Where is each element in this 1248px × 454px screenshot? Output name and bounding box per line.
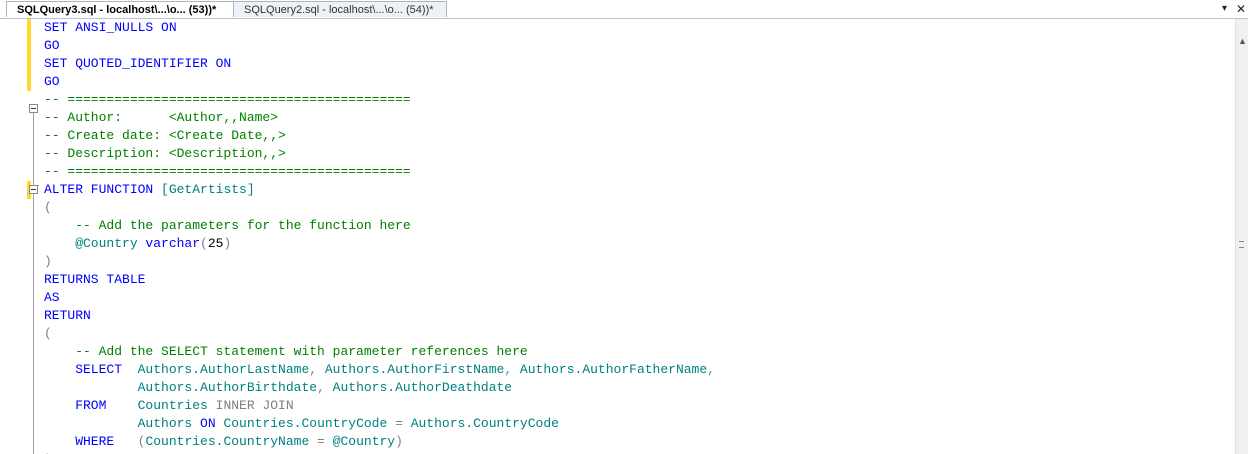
tab-list-dropdown-icon[interactable]: ▾	[1222, 1, 1227, 17]
code-line: FROM Countries INNER JOIN	[44, 398, 294, 413]
code-line: (	[44, 200, 52, 215]
code-line: RETURN	[44, 308, 91, 323]
code-line: ALTER FUNCTION [GetArtists]	[44, 182, 255, 197]
document-tab-bar: SQLQuery3.sql - localhost\...\o... (53))…	[0, 0, 1248, 19]
code-line: -- =====================================…	[44, 92, 411, 107]
tab-label: SQLQuery3.sql - localhost\...\o... (53))…	[17, 4, 217, 16]
tab-sqlquery2[interactable]: SQLQuery2.sql - localhost\...\o... (54))…	[233, 1, 447, 17]
code-line: WHERE (Countries.CountryName = @Country)	[44, 434, 403, 449]
code-line: GO	[44, 38, 60, 53]
code-line: RETURNS TABLE	[44, 272, 146, 287]
collapse-comment-icon[interactable]	[29, 104, 38, 113]
code-line: @Country varchar(25)	[44, 236, 232, 251]
code-line: Authors.AuthorBirthdate, Authors.AuthorD…	[137, 380, 513, 395]
code-line: AS	[44, 290, 60, 305]
scroll-grip-icon[interactable]	[1239, 241, 1244, 248]
collapse-function-icon[interactable]	[29, 185, 38, 194]
outline-line	[33, 194, 34, 454]
code-line: Authors ON Countries.CountryCode = Autho…	[137, 416, 559, 431]
close-tab-icon[interactable]: ✕	[1236, 1, 1246, 17]
code-line: -- =====================================…	[44, 164, 411, 179]
sql-code-editor[interactable]: SET ANSI_NULLS ON GO SET QUOTED_IDENTIFI…	[0, 19, 1236, 454]
code-line: -- Create date: <Create Date,,>	[44, 128, 286, 143]
code-line: SET QUOTED_IDENTIFIER ON	[44, 56, 232, 71]
code-line: SET ANSI_NULLS ON	[44, 20, 177, 35]
editor-margin	[0, 19, 30, 454]
code-line: -- Add the SELECT statement with paramet…	[44, 344, 528, 359]
code-line: SELECT Authors.AuthorLastName, Authors.A…	[44, 362, 715, 377]
code-line: -- Description: <Description,,>	[44, 146, 286, 161]
vertical-scrollbar[interactable]: ▲	[1235, 19, 1248, 454]
tab-sqlquery3[interactable]: SQLQuery3.sql - localhost\...\o... (53))…	[6, 1, 235, 17]
tab-label: SQLQuery2.sql - localhost\...\o... (54))…	[244, 4, 434, 16]
code-line: )	[44, 254, 52, 269]
code-line: (	[44, 326, 52, 341]
code-line: -- Add the parameters for the function h…	[44, 218, 411, 233]
scroll-up-arrow-icon[interactable]: ▲	[1238, 37, 1247, 46]
code-line: GO	[44, 74, 60, 89]
change-marker	[27, 19, 31, 91]
outline-line	[33, 113, 34, 185]
code-line: -- Author: <Author,,Name>	[44, 110, 279, 125]
